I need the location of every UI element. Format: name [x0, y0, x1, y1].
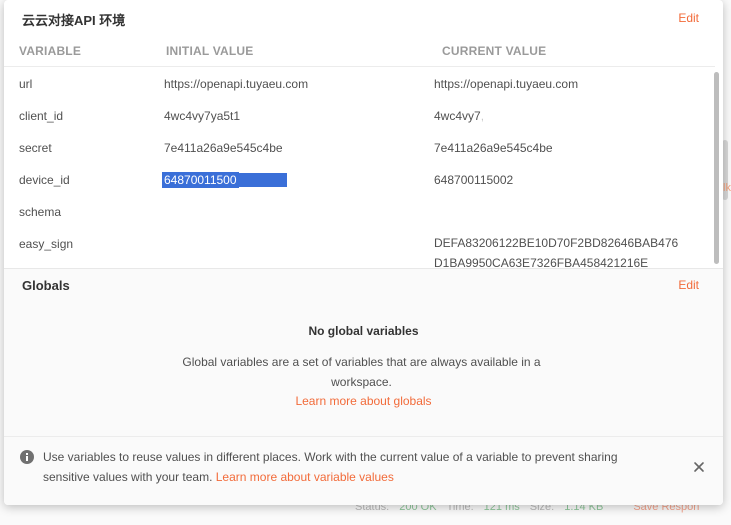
table-row: easy_sign DEFA83206122BE10D70F2BD82646BA…: [4, 228, 715, 268]
globals-edit-link[interactable]: Edit: [678, 278, 699, 292]
table-row: device_id 64870011500 648700115002: [4, 164, 715, 196]
selection-highlight: [238, 173, 287, 187]
variable-name: easy_sign: [19, 237, 74, 251]
globals-section: Globals Edit No global variables Global …: [4, 268, 723, 437]
info-text: Use variables to reuse values in differe…: [43, 447, 663, 487]
environment-edit-link[interactable]: Edit: [678, 11, 699, 25]
column-header-variable: VARIABLE: [19, 44, 82, 58]
header-divider: [4, 66, 715, 67]
variable-name: schema: [19, 205, 62, 219]
initial-value[interactable]: https://openapi.tuyaeu.com: [164, 77, 308, 91]
environment-variables-table: VARIABLE INITIAL VALUE CURRENT VALUE url…: [4, 34, 723, 268]
current-value[interactable]: https://openapi.tuyaeu.com: [434, 77, 578, 91]
initial-value-selected[interactable]: 64870011500: [162, 172, 287, 188]
table-row: schema: [4, 196, 715, 228]
initial-value[interactable]: 4wc4vy7ya5t1: [164, 109, 240, 123]
table-row: client_id 4wc4vy7ya5t1 4wc4vy7,: [4, 100, 715, 132]
info-icon: [20, 450, 34, 464]
column-header-initial-value: INITIAL VALUE: [166, 44, 254, 58]
initial-value[interactable]: 7e411a26a9e545c4be: [164, 141, 283, 155]
current-value-text: 4wc4vy7: [434, 109, 481, 123]
globals-title: Globals: [22, 278, 70, 293]
empty-state-title: No global variables: [308, 324, 419, 338]
environment-quick-look-popover: 云云对接API 环境 Edit VARIABLE INITIAL VALUE C…: [4, 0, 723, 505]
table-scrollbar[interactable]: [714, 72, 719, 264]
current-value-line-2: D1BA9950CA63E7326FBA458421216E: [434, 256, 649, 268]
current-value[interactable]: DEFA83206122BE10D70F2BD82646BAB476 D1BA9…: [434, 233, 678, 268]
variable-name: client_id: [19, 109, 64, 123]
learn-more-variable-values-link[interactable]: Learn more about variable values: [216, 470, 394, 484]
selected-text: 64870011500: [162, 172, 239, 188]
table-row: secret 7e411a26a9e545c4be 7e411a26a9e545…: [4, 132, 715, 164]
variable-name: url: [19, 77, 33, 91]
current-value[interactable]: 7e411a26a9e545c4be: [434, 141, 553, 155]
current-value-line-1: DEFA83206122BE10D70F2BD82646BAB476: [434, 236, 679, 250]
current-value[interactable]: 4wc4vy7,: [434, 109, 484, 123]
environment-title: 云云对接API 环境: [22, 13, 126, 28]
info-footer: Use variables to reuse values in differe…: [4, 436, 723, 505]
close-icon[interactable]: [693, 460, 705, 472]
environment-header: 云云对接API 环境 Edit: [22, 10, 705, 30]
learn-more-globals-link[interactable]: Learn more about globals: [4, 394, 723, 408]
column-header-current-value: CURRENT VALUE: [442, 44, 547, 58]
variable-name: secret: [19, 141, 52, 155]
empty-state-description: Global variables are a set of variables …: [182, 355, 541, 389]
table-row: url https://openapi.tuyaeu.com https://o…: [4, 68, 715, 100]
current-value[interactable]: 648700115002: [434, 173, 513, 187]
variable-name: device_id: [19, 173, 70, 187]
obscured-text: ,: [480, 109, 485, 123]
